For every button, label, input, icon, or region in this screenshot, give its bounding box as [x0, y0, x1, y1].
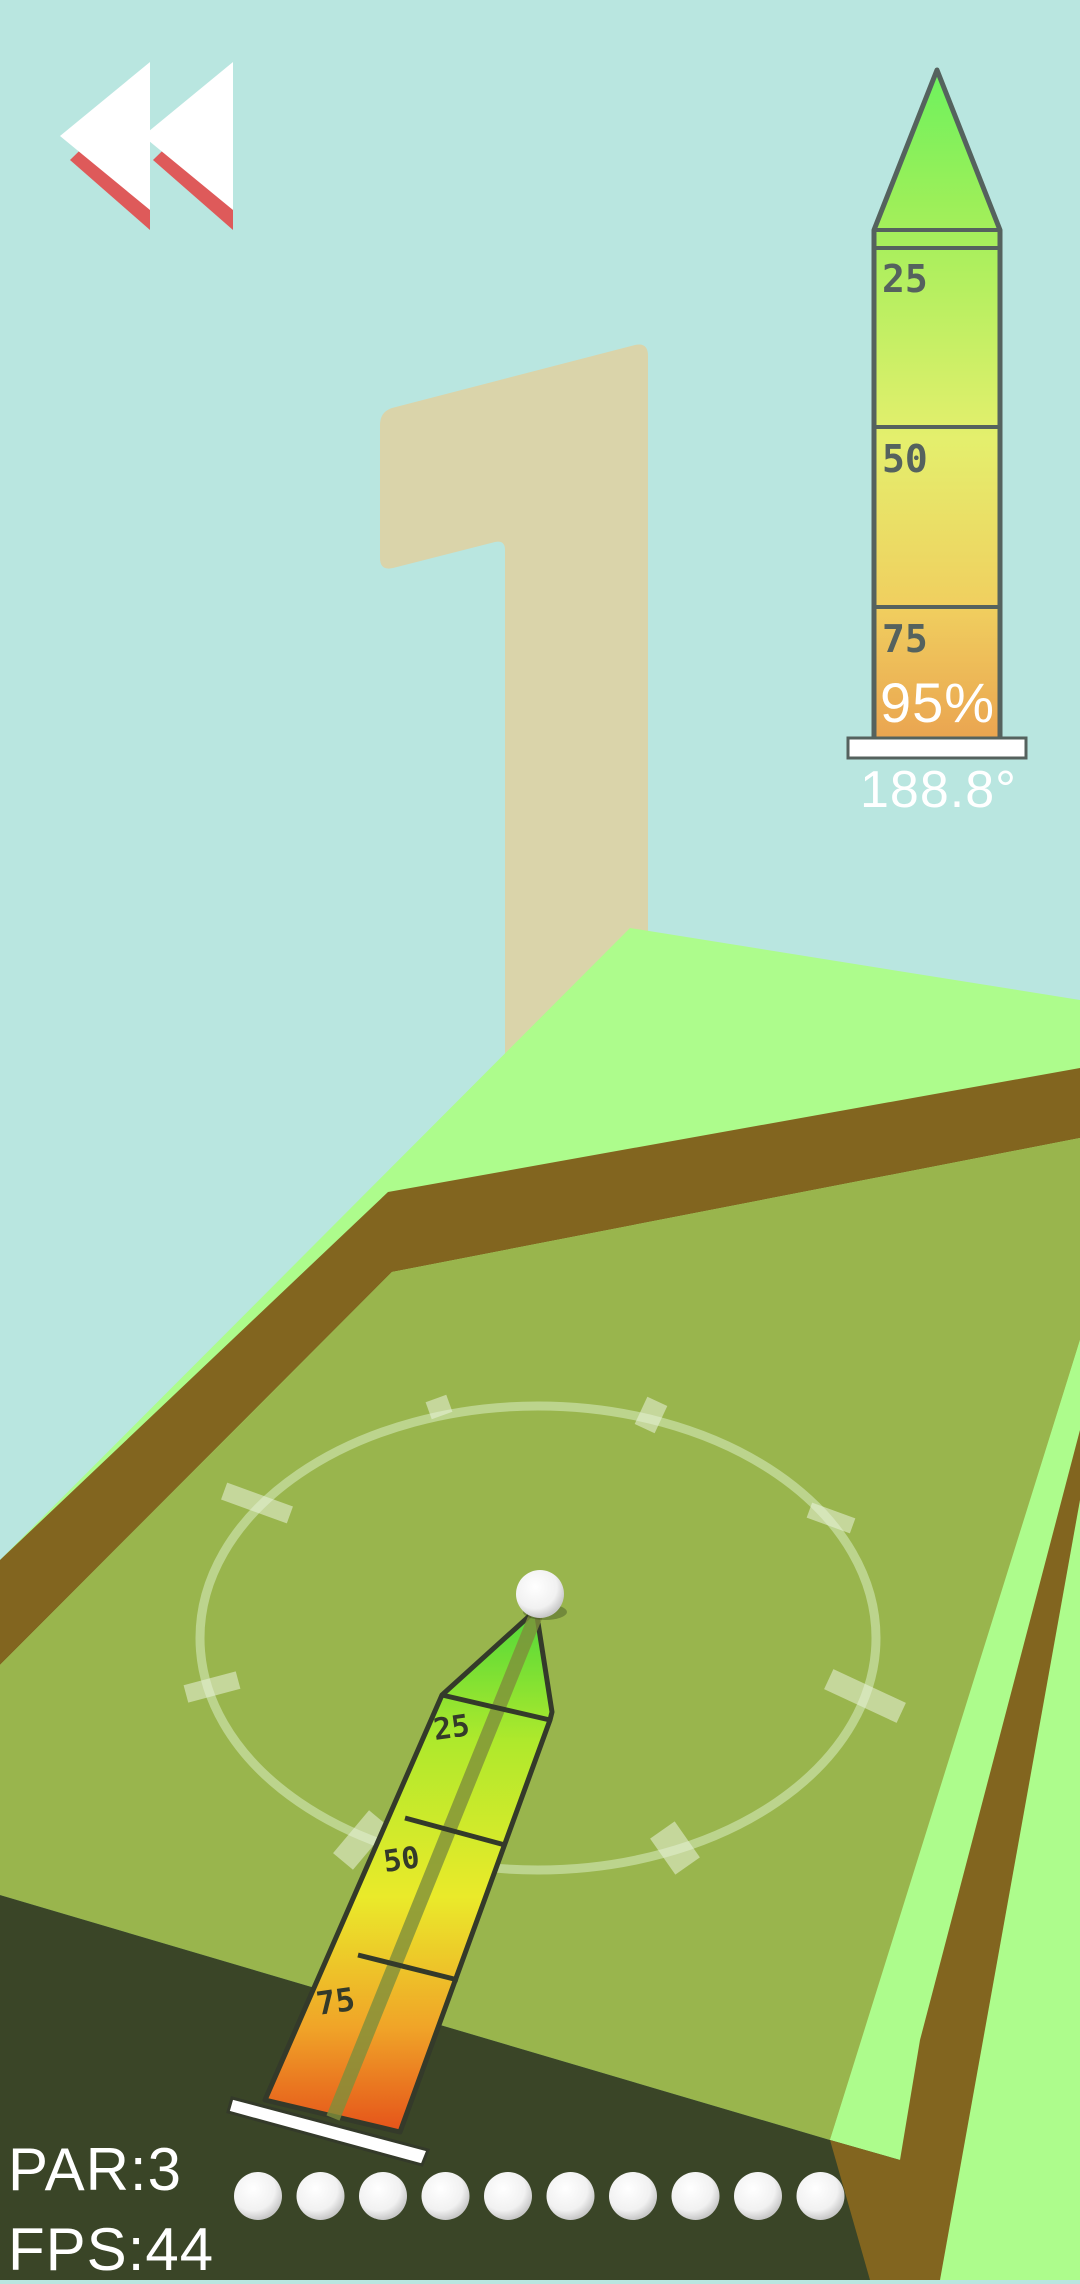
- meter-mark-50: 50: [882, 437, 928, 481]
- par-value: 3: [147, 2136, 182, 2203]
- fps-text: FPS:44: [8, 2215, 214, 2284]
- power-meter: 25 50 75: [846, 67, 1028, 760]
- meter-mark-75: 75: [882, 617, 928, 661]
- ball-indicator: [296, 2172, 345, 2220]
- ball-indicator: [421, 2172, 470, 2220]
- meter-base: [846, 736, 1028, 760]
- ball-indicator: [609, 2172, 657, 2220]
- ball-indicator: [484, 2172, 532, 2220]
- ball-indicator: [734, 2172, 782, 2220]
- game-scene[interactable]: 1 25: [0, 0, 1080, 2280]
- rewind-icon: [60, 62, 233, 230]
- ball-indicator: [546, 2172, 595, 2220]
- power-percent: 95%: [880, 671, 996, 734]
- fps-label: FPS:: [8, 2216, 146, 2283]
- ball-indicator: [796, 2172, 845, 2220]
- par-text: PAR:3: [8, 2135, 182, 2204]
- aim-mark-50: 50: [381, 1840, 422, 1880]
- aim-mark-25: 25: [431, 1708, 472, 1748]
- ball-indicator: [234, 2172, 282, 2220]
- par-label: PAR:: [8, 2136, 148, 2203]
- meter-mark-25: 25: [882, 257, 928, 301]
- aim-mark-75: 75: [314, 1980, 357, 2023]
- hole-number-text: 1: [0, 0, 10, 4]
- fps-value: 44: [145, 2216, 215, 2283]
- ball-indicator: [671, 2172, 720, 2220]
- ball-indicator: [359, 2172, 407, 2220]
- back-button[interactable]: [60, 62, 233, 230]
- angle-readout: 188.8°: [860, 761, 1017, 819]
